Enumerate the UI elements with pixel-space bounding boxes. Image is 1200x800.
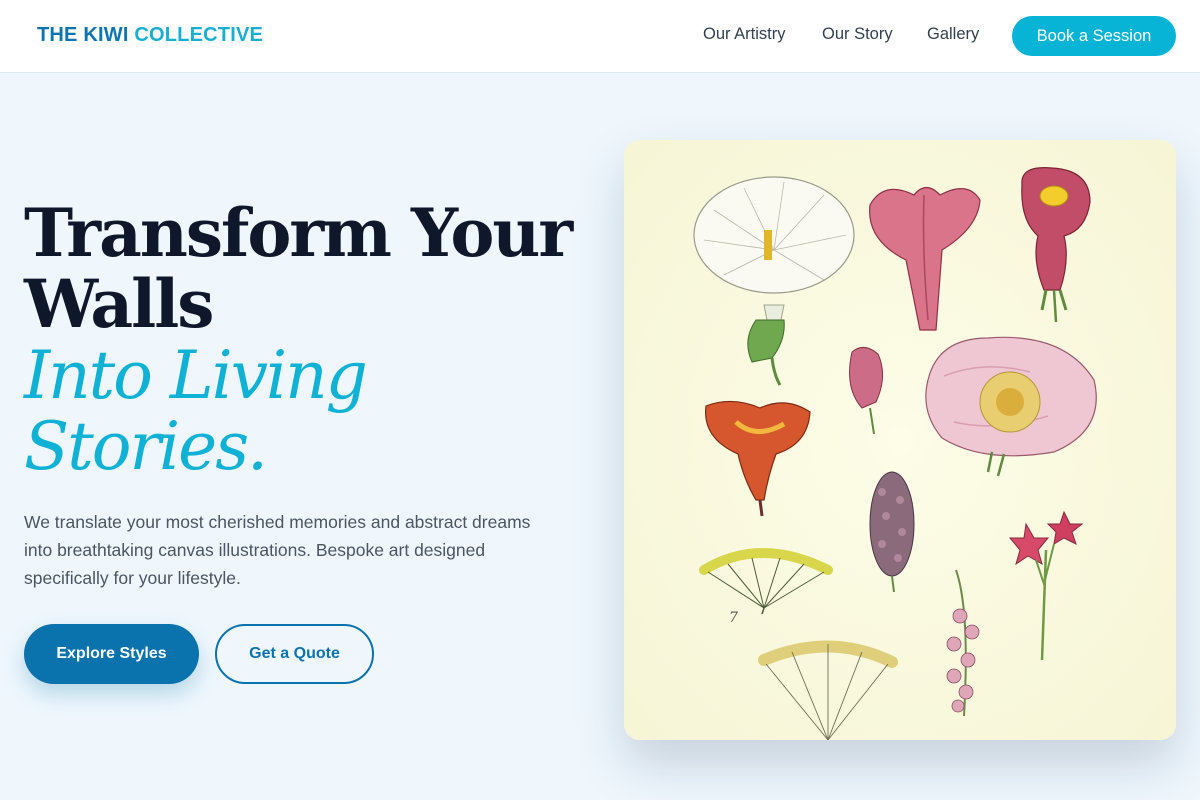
- brand-logo[interactable]: THE KIWI COLLECTIVE: [37, 24, 263, 47]
- brand-name: THE KIWI: [37, 24, 129, 46]
- botanical-illustration: 7: [624, 140, 1176, 740]
- hero-title: Transform Your Walls Into Living Stories…: [24, 194, 604, 485]
- hero-title-line: Walls: [24, 265, 214, 343]
- brand-name-accent: COLLECTIVE: [134, 24, 264, 46]
- hero-title-highlight: Stories.: [24, 408, 268, 485]
- hero-title-highlight: Into Living: [24, 337, 368, 414]
- explore-styles-button[interactable]: Explore Styles: [24, 624, 199, 684]
- nav-link-our-artistry[interactable]: Our Artistry: [703, 25, 786, 44]
- top-navbar: THE KIWI COLLECTIVE Our Artistry Our Sto…: [0, 0, 1200, 73]
- hero-artwork: 7: [624, 140, 1176, 740]
- hero-title-line: Transform Your: [24, 194, 573, 272]
- nav-link-our-story[interactable]: Our Story: [822, 25, 893, 44]
- nav-link-gallery[interactable]: Gallery: [927, 25, 979, 44]
- hero-subtitle: We translate your most cherished memorie…: [24, 512, 531, 588]
- get-quote-button[interactable]: Get a Quote: [215, 624, 374, 684]
- plate-number: 7: [729, 610, 738, 626]
- book-session-button[interactable]: Book a Session: [1012, 16, 1176, 56]
